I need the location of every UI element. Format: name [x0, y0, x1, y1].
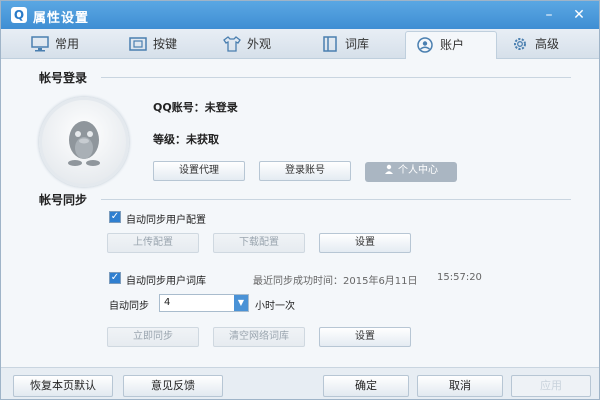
dict-sync-label: 自动同步用户词库	[126, 276, 206, 287]
section-divider	[101, 199, 571, 200]
penguin-avatar-icon	[68, 121, 100, 166]
level-value: 未获取	[186, 133, 219, 146]
tab-label: 外观	[247, 37, 272, 51]
gear-icon	[514, 38, 526, 50]
keyboard-icon	[129, 37, 147, 51]
feedback-button[interactable]: 意见反馈	[123, 375, 223, 397]
tab-label: 按键	[153, 37, 178, 51]
tab-account[interactable]: 账户	[405, 31, 497, 59]
close-icon[interactable]: ✕	[569, 5, 589, 25]
sync-now-button[interactable]: 立即同步	[107, 327, 199, 347]
settings-window: Q 属性设置 – ✕ 常用 按键 外观 词库 账户 高级 帐号登录 QQ账号：未…	[0, 0, 600, 400]
tab-label: 账户	[440, 38, 465, 52]
config-sync-label: 自动同步用户配置	[126, 215, 206, 226]
account-icon	[417, 37, 433, 53]
section-title-login: 帐号登录	[39, 71, 88, 85]
tab-common[interactable]: 常用	[21, 31, 117, 59]
tab-appearance[interactable]: 外观	[213, 31, 305, 59]
tab-label: 词库	[345, 37, 370, 51]
auto-sync-unit: 小时一次	[255, 301, 295, 312]
upload-config-button[interactable]: 上传配置	[107, 233, 199, 253]
personal-center-label: 个人中心	[398, 165, 438, 176]
tab-advanced[interactable]: 高级	[501, 31, 593, 59]
last-sync-time: 15:57:20	[437, 272, 482, 283]
last-sync-label: 最近同步成功时间：2015年6月11日	[253, 276, 418, 287]
title-bar[interactable]: Q 属性设置 – ✕	[1, 1, 599, 29]
download-config-button[interactable]: 下载配置	[213, 233, 305, 253]
avatar[interactable]	[39, 97, 129, 187]
qq-account-value: 未登录	[204, 101, 238, 114]
footer-bar: 恢复本页默认 意见反馈 确定 取消 应用	[1, 367, 599, 399]
clear-network-dict-button[interactable]: 清空网络词库	[213, 327, 305, 347]
tab-label: 高级	[535, 37, 560, 51]
section-title-sync: 帐号同步	[39, 193, 88, 207]
app-logo-icon: Q	[11, 7, 27, 23]
level-label: 等级：	[153, 133, 186, 146]
dict-sync-checkbox[interactable]: ✓	[109, 272, 121, 284]
login-account-button[interactable]: 登录账号	[259, 161, 351, 181]
section-divider	[101, 77, 571, 78]
tab-dictionary[interactable]: 词库	[311, 31, 403, 59]
minimize-icon[interactable]: –	[539, 5, 559, 25]
window-title: 属性设置	[33, 11, 90, 26]
dict-settings-button[interactable]: 设置	[319, 327, 411, 347]
tab-keys[interactable]: 按键	[119, 31, 211, 59]
book-icon	[323, 36, 337, 52]
qq-account-row: QQ账号：未登录	[153, 99, 238, 115]
proxy-settings-button[interactable]: 设置代理	[153, 161, 245, 181]
ok-button[interactable]: 确定	[323, 375, 409, 397]
tab-label: 常用	[55, 37, 80, 51]
qq-account-label: QQ账号：	[153, 101, 205, 114]
auto-sync-label: 自动同步	[109, 301, 149, 312]
personal-center-button[interactable]: 个人中心	[365, 162, 457, 182]
shirt-icon	[223, 36, 241, 52]
config-sync-checkbox[interactable]: ✓	[109, 211, 121, 223]
restore-defaults-button[interactable]: 恢复本页默认	[13, 375, 113, 397]
cancel-button[interactable]: 取消	[417, 375, 503, 397]
monitor-icon	[31, 36, 49, 52]
user-icon	[385, 164, 393, 174]
auto-sync-interval-select[interactable]: 4 ▼	[159, 294, 249, 312]
chevron-down-icon[interactable]: ▼	[234, 295, 248, 311]
auto-sync-value: 4	[164, 297, 171, 308]
apply-button[interactable]: 应用	[511, 375, 591, 397]
config-settings-button[interactable]: 设置	[319, 233, 411, 253]
level-row: 等级：未获取	[153, 131, 219, 147]
tab-bar: 常用 按键 外观 词库 账户 高级	[1, 29, 599, 59]
